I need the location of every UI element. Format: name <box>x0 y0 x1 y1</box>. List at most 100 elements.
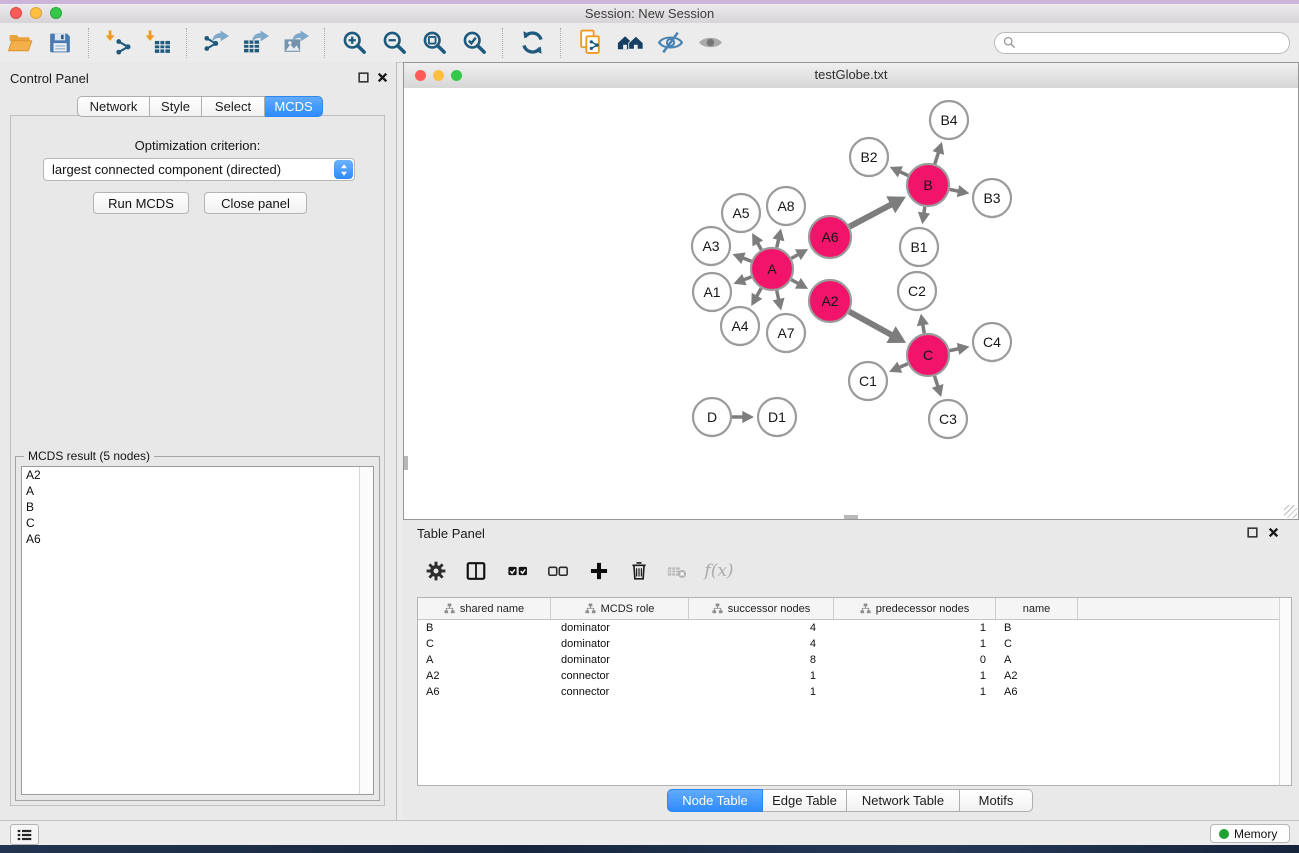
cell-successor-nodes[interactable]: 4 <box>689 622 834 634</box>
optimization-criterion-select[interactable]: largest connected component (directed) <box>43 158 355 181</box>
list-item[interactable]: A2 <box>22 467 373 483</box>
refresh-layout-button[interactable] <box>512 27 552 59</box>
deselect-all-columns-button[interactable] <box>545 558 571 584</box>
graph-node-label: C1 <box>859 373 877 389</box>
table-scrollbar[interactable] <box>1279 598 1291 785</box>
cell-shared-name[interactable]: A2 <box>418 670 551 682</box>
export-table-button[interactable] <box>236 27 276 59</box>
cell-mcds-role[interactable]: connector <box>551 686 689 698</box>
column-header-name[interactable]: name <box>996 598 1078 619</box>
cell-successor-nodes[interactable]: 8 <box>689 654 834 666</box>
graph-edge[interactable] <box>935 151 939 164</box>
cell-mcds-role[interactable]: dominator <box>551 654 689 666</box>
tab-network[interactable]: Network <box>77 96 150 117</box>
close-table-panel-icon[interactable] <box>1267 526 1280 539</box>
cell-shared-name[interactable]: A6 <box>418 686 551 698</box>
cell-predecessor-nodes[interactable]: 1 <box>834 638 996 650</box>
export-image-button[interactable] <box>276 27 316 59</box>
cell-successor-nodes[interactable]: 4 <box>689 638 834 650</box>
memory-button[interactable]: Memory <box>1210 824 1290 843</box>
cell-name[interactable]: C <box>996 638 1078 650</box>
network-window-titlebar[interactable]: testGlobe.txt <box>404 63 1298 89</box>
mcds-result-list[interactable]: A2 A B C A6 <box>21 466 374 795</box>
open-session-button[interactable] <box>0 27 40 59</box>
cyndex-home-button[interactable] <box>610 27 650 59</box>
show-task-history-button[interactable] <box>10 824 39 845</box>
search-input[interactable] <box>1021 35 1289 51</box>
tab-motifs[interactable]: Motifs <box>960 789 1033 812</box>
cell-mcds-role[interactable]: dominator <box>551 622 689 634</box>
export-network-button[interactable] <box>196 27 236 59</box>
tab-mcds[interactable]: MCDS <box>265 96 323 117</box>
search-field[interactable] <box>994 32 1290 54</box>
cell-predecessor-nodes[interactable]: 1 <box>834 622 996 634</box>
zoom-fit-button[interactable] <box>414 27 454 59</box>
show-column-panel-button[interactable] <box>463 558 489 584</box>
zoom-selected-button[interactable] <box>454 27 494 59</box>
copy-network-to-clipboard-button[interactable] <box>570 27 610 59</box>
save-floppy-icon <box>50 34 70 53</box>
column-header-successor-nodes[interactable]: successor nodes <box>689 598 834 619</box>
list-item[interactable]: A6 <box>22 531 373 547</box>
zoom-in-button[interactable] <box>334 27 374 59</box>
tab-node-table[interactable]: Node Table <box>667 789 763 812</box>
table-row[interactable]: A2 connector 1 1 A2 <box>418 668 1291 684</box>
import-table-button[interactable] <box>138 27 178 59</box>
float-table-panel-icon[interactable] <box>1246 526 1259 539</box>
column-header-shared-name[interactable]: shared name <box>418 598 551 619</box>
column-header-predecessor-nodes[interactable]: predecessor nodes <box>834 598 996 619</box>
delete-columns-button[interactable] <box>626 558 652 584</box>
cell-predecessor-nodes[interactable]: 1 <box>834 686 996 698</box>
column-header-mcds-role[interactable]: MCDS role <box>551 598 689 619</box>
graph-edge-arrowhead <box>742 411 754 423</box>
graph-edge[interactable] <box>849 204 892 227</box>
list-item[interactable]: A <box>22 483 373 499</box>
cell-name[interactable]: A <box>996 654 1078 666</box>
network-graph[interactable]: B4B2BB3A8A5A6A3B1AA1C2A2A4A7C4CC1DD1C3 <box>404 88 1298 519</box>
resize-grip[interactable] <box>1284 505 1297 518</box>
column-label: MCDS role <box>601 603 655 615</box>
cell-successor-nodes[interactable]: 1 <box>689 670 834 682</box>
create-column-button[interactable] <box>586 558 612 584</box>
cell-mcds-role[interactable]: dominator <box>551 638 689 650</box>
cell-mcds-role[interactable]: connector <box>551 670 689 682</box>
tab-select[interactable]: Select <box>202 96 265 117</box>
save-session-button[interactable] <box>40 27 80 59</box>
close-panel-icon[interactable] <box>376 71 389 84</box>
table-row[interactable]: A6 connector 1 1 A6 <box>418 684 1291 700</box>
cell-name[interactable]: A6 <box>996 686 1078 698</box>
close-panel-button[interactable]: Close panel <box>204 192 307 214</box>
hide-panels-button[interactable] <box>650 27 690 59</box>
float-panel-icon[interactable] <box>357 71 370 84</box>
split-pane-icon <box>465 560 487 582</box>
cell-predecessor-nodes[interactable]: 1 <box>834 670 996 682</box>
import-network-button[interactable] <box>98 27 138 59</box>
cell-shared-name[interactable]: C <box>418 638 551 650</box>
cell-successor-nodes[interactable]: 1 <box>689 686 834 698</box>
cell-name[interactable]: B <box>996 622 1078 634</box>
show-panels-button[interactable] <box>690 27 730 59</box>
tab-style[interactable]: Style <box>150 96 202 117</box>
cell-name[interactable]: A2 <box>996 670 1078 682</box>
network-canvas[interactable]: B4B2BB3A8A5A6A3B1AA1C2A2A4A7C4CC1DD1C3 <box>404 88 1298 519</box>
cell-predecessor-nodes[interactable]: 0 <box>834 654 996 666</box>
cell-shared-name[interactable]: B <box>418 622 551 634</box>
table-options-button[interactable] <box>423 558 449 584</box>
graph-edge[interactable] <box>849 312 893 336</box>
run-mcds-button[interactable]: Run MCDS <box>93 192 189 214</box>
list-item[interactable]: B <box>22 499 373 515</box>
list-scrollbar[interactable] <box>359 467 373 794</box>
tab-edge-table[interactable]: Edge Table <box>763 789 847 812</box>
tab-network-table[interactable]: Network Table <box>847 789 960 812</box>
zoom-out-button[interactable] <box>374 27 414 59</box>
vertical-scroll-thumb[interactable] <box>404 456 408 470</box>
mcds-result-box: MCDS result (5 nodes) A2 A B C A6 <box>15 456 380 801</box>
list-item[interactable]: C <box>22 515 373 531</box>
table-row[interactable]: A dominator 8 0 A <box>418 652 1291 668</box>
graph-edge-arrowhead <box>917 314 929 327</box>
table-row[interactable]: C dominator 4 1 C <box>418 636 1291 652</box>
horizontal-scroll-thumb[interactable] <box>844 515 858 519</box>
table-row[interactable]: B dominator 4 1 B <box>418 620 1291 636</box>
select-all-columns-button[interactable] <box>505 558 531 584</box>
cell-shared-name[interactable]: A <box>418 654 551 666</box>
